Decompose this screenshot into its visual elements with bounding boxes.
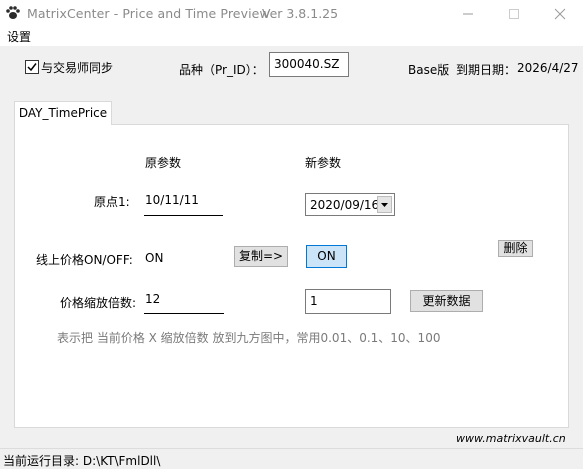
status-text: 当前运行目录: D:\KT\FmlDll\ (3, 452, 160, 469)
checkmark-icon (27, 63, 37, 72)
update-data-button-label: 更新数据 (422, 294, 471, 308)
origin-orig-field: 10/11/11 (144, 193, 223, 216)
sync-label[interactable]: 与交易师同步 (41, 59, 113, 76)
maximize-icon (509, 9, 519, 19)
status-bar: 当前运行目录: D:\KT\FmlDll\ (0, 448, 583, 469)
edition-label: Base版 (408, 63, 450, 77)
expiry-value: 2026/4/27 (517, 61, 579, 75)
date-dropdown-button[interactable] (377, 196, 392, 213)
menu-bar: 设置 (0, 27, 583, 46)
origin-new-value: 2020/09/16 (310, 198, 380, 212)
tab-label: DAY_TimePrice (18, 106, 108, 120)
minimize-button[interactable] (445, 0, 491, 27)
scale-label: 价格缩放倍数: (60, 296, 137, 310)
maximize-button[interactable] (491, 0, 537, 27)
window-version: Ver 3.8.1.25 (262, 6, 339, 21)
close-icon (554, 8, 566, 20)
online-toggle-button[interactable]: ON (306, 245, 347, 268)
close-button[interactable] (537, 0, 583, 27)
expiry-label: 到期日期： (456, 63, 517, 77)
window-title: MatrixCenter - Price and Time Preview (27, 6, 270, 21)
scale-orig-field: 12 (144, 292, 224, 314)
product-id-input[interactable]: 300040.SZ (269, 52, 349, 77)
online-price-label: 线上价格ON/OFF: (36, 253, 133, 267)
copy-button-label: 复制=> (238, 249, 284, 263)
chevron-down-icon (381, 203, 388, 207)
sync-checkbox[interactable] (25, 60, 39, 74)
product-label: 品种（Pr_ID）： (179, 63, 264, 77)
tab-day-timeprice[interactable]: DAY_TimePrice (14, 101, 112, 125)
delete-button[interactable]: 删除 (498, 240, 533, 257)
scale-hint-text: 表示把 当前价格 X 缩放倍数 放到九方图中，常用0.01、0.1、10、100 (57, 331, 441, 345)
website-link[interactable]: www.matrixvault.cn (456, 432, 566, 445)
status-label: 当前运行目录: (3, 454, 80, 468)
new-params-header: 新参数 (305, 156, 342, 170)
origin-label: 原点1: (94, 195, 130, 209)
delete-button-label: 删除 (503, 241, 528, 255)
origin-date-picker[interactable]: 2020/09/16 (305, 193, 395, 216)
title-bar[interactable]: MatrixCenter - Price and Time Preview Ve… (0, 0, 583, 27)
update-data-button[interactable]: 更新数据 (410, 290, 483, 312)
online-orig-value: ON (145, 251, 164, 265)
minimize-icon (463, 13, 473, 15)
online-toggle-label: ON (317, 249, 336, 263)
product-id-value: 300040.SZ (274, 57, 340, 71)
origin-orig-value: 10/11/11 (145, 193, 199, 207)
orig-params-header: 原参数 (145, 156, 182, 170)
app-paw-icon (6, 6, 20, 19)
status-path: D:\KT\FmlDll\ (82, 454, 161, 468)
tab-panel (14, 124, 569, 428)
scale-orig-value: 12 (145, 292, 161, 306)
copy-button[interactable]: 复制=> (234, 246, 288, 267)
scale-new-value: 1 (310, 294, 318, 308)
menu-settings[interactable]: 设置 (7, 28, 31, 45)
scale-new-input[interactable]: 1 (305, 289, 391, 314)
